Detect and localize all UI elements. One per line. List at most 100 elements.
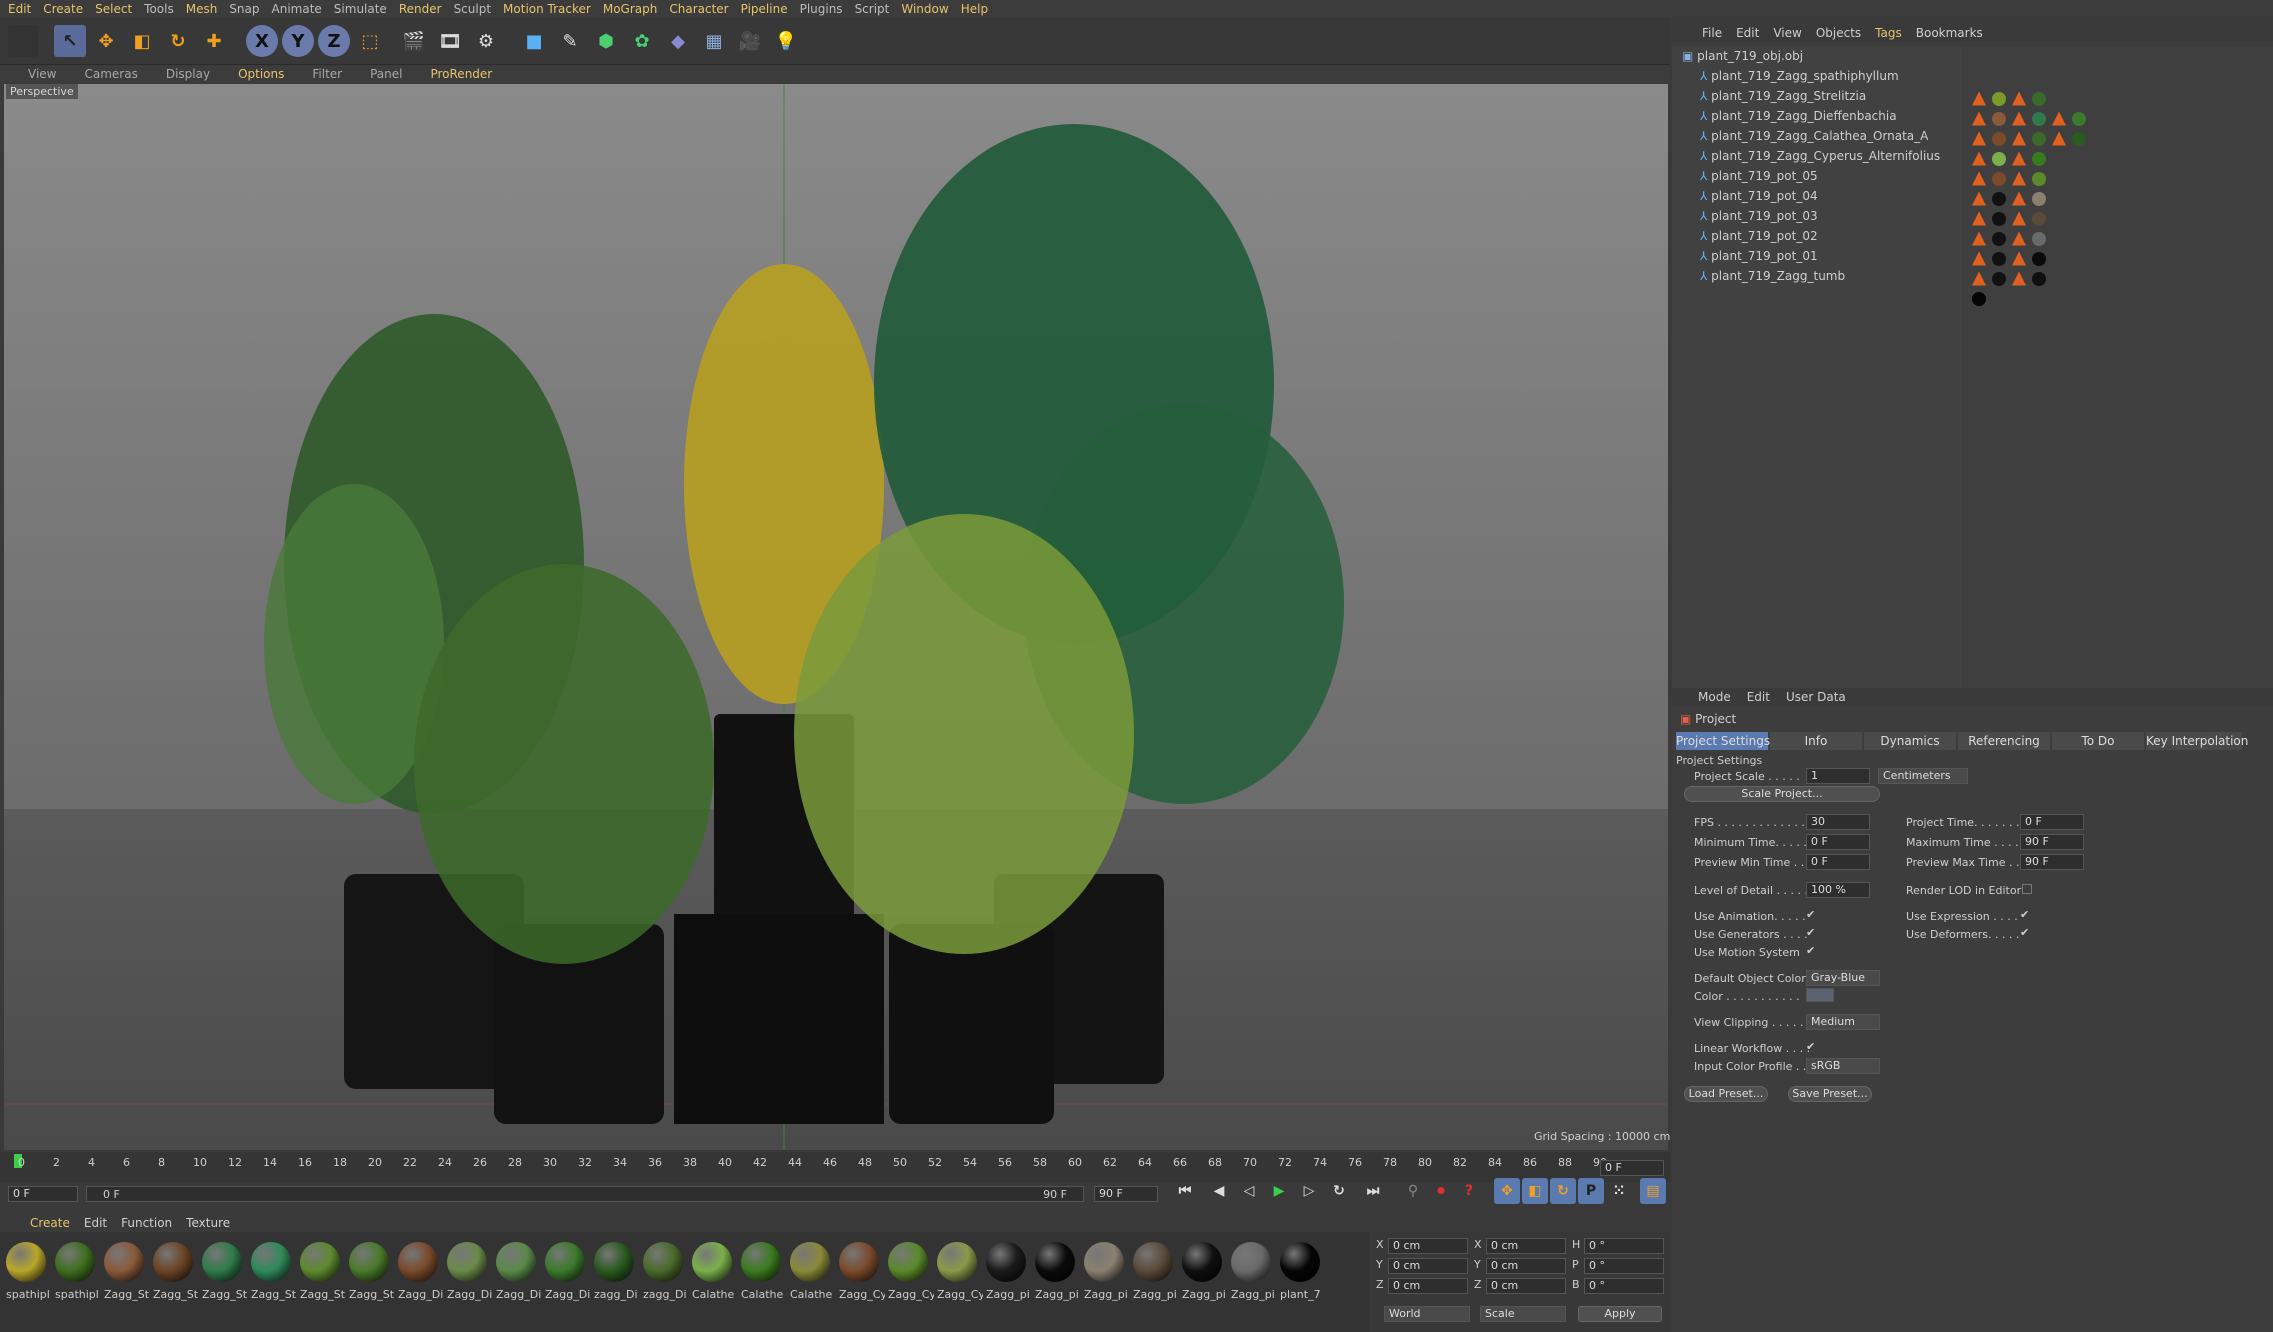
world-dropdown[interactable]: World	[1384, 1306, 1470, 1322]
current-frame-field[interactable]: 0 F	[1600, 1160, 1664, 1176]
units-dropdown[interactable]: Centimeters	[1878, 768, 1968, 784]
material-tag-icon[interactable]	[2032, 191, 2046, 206]
use-animation-checkbox[interactable]: ✔	[1806, 908, 1815, 921]
next-frame-icon[interactable]: ▷	[1296, 1178, 1322, 1204]
material-swatch[interactable]	[594, 1242, 634, 1282]
rotate-icon[interactable]: ↻	[162, 25, 194, 57]
min-time-field[interactable]: 0 F	[1806, 834, 1870, 850]
material-tag-icon[interactable]	[1992, 191, 2006, 206]
material-swatch[interactable]	[496, 1242, 536, 1282]
viewport-menu-view[interactable]: View	[14, 65, 70, 83]
material-tag-icon[interactable]	[2032, 91, 2046, 106]
object-row[interactable]: ⅄ plant_719_Zagg_Strelitzia	[1672, 86, 1962, 106]
menu-motion-tracker[interactable]: Motion Tracker	[499, 0, 599, 17]
rotation-b-field[interactable]: 0 °	[1584, 1278, 1664, 1294]
material-swatch[interactable]	[398, 1242, 438, 1282]
max-time-field[interactable]: 90 F	[2020, 834, 2084, 850]
material-swatch[interactable]	[300, 1242, 340, 1282]
key-position-icon[interactable]: ✥	[1494, 1178, 1520, 1204]
material-tag-icon[interactable]	[1992, 151, 2006, 166]
attr-menu-edit[interactable]: Edit	[1747, 688, 1770, 706]
frame-range-slider[interactable]: 0 F 90 F	[86, 1186, 1084, 1202]
render-lod-checkbox[interactable]	[2022, 884, 2032, 894]
material-swatch[interactable]	[1280, 1242, 1320, 1282]
menu-select[interactable]: Select	[91, 0, 140, 17]
material-swatch[interactable]	[643, 1242, 683, 1282]
phong-tag-icon[interactable]	[2012, 251, 2026, 266]
linear-workflow-checkbox[interactable]: ✔	[1806, 1040, 1815, 1053]
preview-min-field[interactable]: 0 F	[1806, 854, 1870, 870]
material-swatch[interactable]	[986, 1242, 1026, 1282]
object-row[interactable]: ⅄ plant_719_pot_02	[1672, 226, 1962, 246]
phong-tag-icon[interactable]	[2012, 231, 2026, 246]
phong-tag-icon[interactable]	[1972, 131, 1986, 146]
cube-icon[interactable]: ■	[518, 25, 550, 57]
phong-tag-icon[interactable]	[1972, 271, 1986, 286]
material-swatch[interactable]	[104, 1242, 144, 1282]
menu-help[interactable]: Help	[957, 0, 996, 17]
color-swatch[interactable]	[1806, 988, 1834, 1002]
menu-create[interactable]: Create	[39, 0, 91, 17]
menu-tools[interactable]: Tools	[140, 0, 182, 17]
material-tag-icon[interactable]	[1992, 111, 2006, 126]
menu-character[interactable]: Character	[665, 0, 736, 17]
phong-tag-icon[interactable]	[2012, 111, 2026, 126]
viewport-menu-display[interactable]: Display	[152, 65, 224, 83]
menu-snap[interactable]: Snap	[225, 0, 267, 17]
object-row[interactable]: ⅄ plant_719_Zagg_Dieffenbachia	[1672, 106, 1962, 126]
material-tag-icon[interactable]	[1992, 211, 2006, 226]
project-scale-field[interactable]: 1	[1806, 768, 1870, 784]
goto-start-icon[interactable]: ⏮	[1172, 1178, 1198, 1204]
material-tag-icon[interactable]	[2032, 151, 2046, 166]
menu-script[interactable]: Script	[851, 0, 898, 17]
fps-field[interactable]: 30	[1806, 814, 1870, 830]
scale-dropdown[interactable]: Scale	[1480, 1306, 1566, 1322]
material-tag-icon[interactable]	[1992, 231, 2006, 246]
save-preset-button[interactable]: Save Preset...	[1788, 1086, 1872, 1102]
material-swatch[interactable]	[251, 1242, 291, 1282]
material-tag-icon[interactable]	[2072, 131, 2086, 146]
menu-sculpt[interactable]: Sculpt	[450, 0, 499, 17]
prev-key-icon[interactable]: ◀	[1206, 1178, 1232, 1204]
key-icon[interactable]: ⚲	[1400, 1178, 1426, 1204]
menu-plugins[interactable]: Plugins	[796, 0, 851, 17]
phong-tag-icon[interactable]	[2052, 131, 2066, 146]
material-tag-icon[interactable]	[2032, 211, 2046, 226]
move-icon[interactable]: ✥	[90, 25, 122, 57]
render-picture-viewer-icon[interactable]: 🎞	[434, 25, 466, 57]
tab-referencing[interactable]: Referencing	[1958, 732, 2050, 750]
use-generators-checkbox[interactable]: ✔	[1806, 926, 1815, 939]
phong-tag-icon[interactable]	[1972, 191, 1986, 206]
viewport-menu-prorender[interactable]: ProRender	[416, 65, 506, 83]
menu-render[interactable]: Render	[395, 0, 450, 17]
object-row[interactable]: ⅄ plant_719_pot_05	[1672, 166, 1962, 186]
rotation-h-field[interactable]: 0 °	[1584, 1238, 1664, 1254]
material-swatch[interactable]	[1133, 1242, 1173, 1282]
phong-tag-icon[interactable]	[2012, 131, 2026, 146]
object-row[interactable]: ⅄ plant_719_pot_03	[1672, 206, 1962, 226]
phong-tag-icon[interactable]	[1972, 91, 1986, 106]
undo-icon[interactable]	[8, 25, 38, 57]
material-tag-icon[interactable]	[1992, 271, 2006, 286]
material-swatch[interactable]	[1182, 1242, 1222, 1282]
goto-end-icon[interactable]: ⏭	[1360, 1178, 1386, 1204]
record-icon[interactable]: ⏺	[1428, 1178, 1454, 1204]
view-clipping-dropdown[interactable]: Medium	[1806, 1014, 1880, 1030]
position-y-field[interactable]: 0 cm	[1388, 1258, 1468, 1274]
prev-frame-icon[interactable]: ◁	[1236, 1178, 1262, 1204]
material-tag-icon[interactable]	[1972, 291, 1986, 306]
menu-pipeline[interactable]: Pipeline	[737, 0, 796, 17]
material-swatch[interactable]	[1084, 1242, 1124, 1282]
deformer-icon[interactable]: ◆	[662, 25, 694, 57]
render-view-icon[interactable]: 🎬	[398, 25, 430, 57]
material-swatch[interactable]	[6, 1242, 46, 1282]
scale-project-button[interactable]: Scale Project...	[1684, 786, 1880, 802]
material-tag-icon[interactable]	[1992, 171, 2006, 186]
coordinate-system-icon[interactable]: ⬚	[354, 25, 386, 57]
lod-field[interactable]: 100 %	[1806, 882, 1870, 898]
attr-menu-user-data[interactable]: User Data	[1786, 688, 1846, 706]
material-tag-icon[interactable]	[1992, 91, 2006, 106]
load-preset-button[interactable]: Load Preset...	[1684, 1086, 1768, 1102]
object-row[interactable]: ⅄ plant_719_Zagg_Cyperus_Alternifolius	[1672, 146, 1962, 166]
play-icon[interactable]: ▶	[1266, 1178, 1292, 1204]
